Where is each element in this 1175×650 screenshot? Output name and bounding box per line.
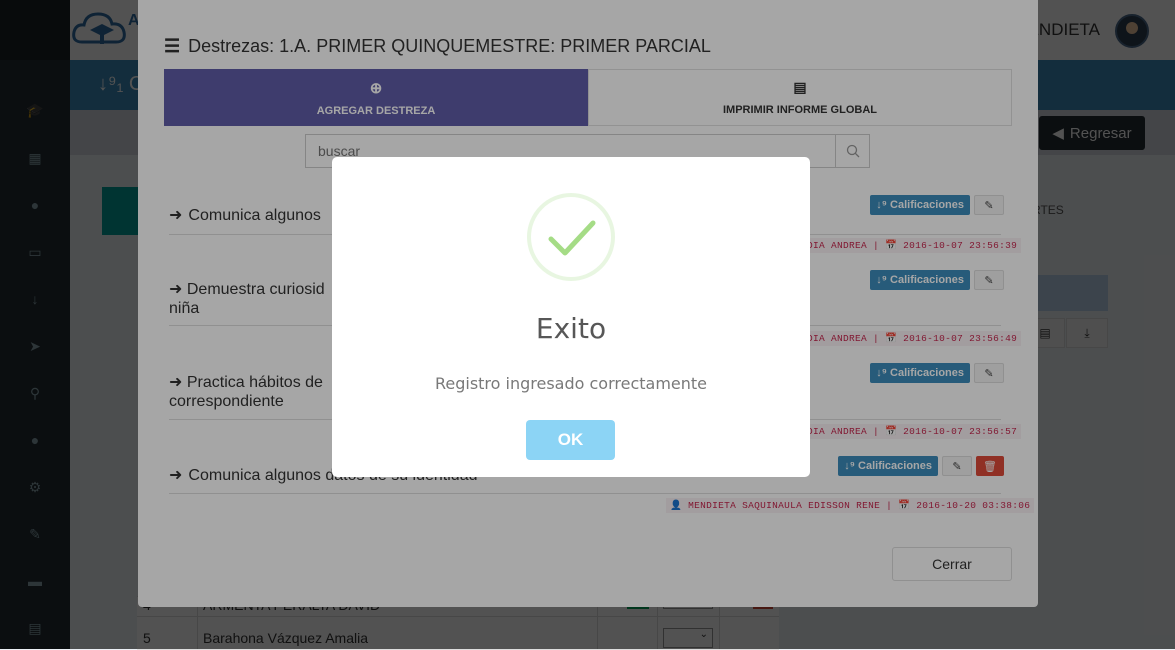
success-alert: Exito Registro ingresado correctamente O…: [332, 157, 810, 477]
alert-title: Exito: [535, 312, 607, 345]
success-check-icon: [527, 193, 615, 281]
ok-button[interactable]: OK: [526, 420, 615, 460]
alert-message: Registro ingresado correctamente: [434, 374, 708, 393]
